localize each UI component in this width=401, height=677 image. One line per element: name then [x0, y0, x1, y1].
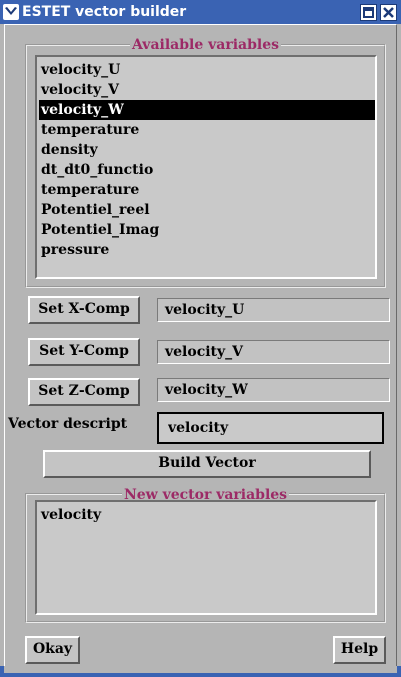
chevron-down-icon — [5, 7, 17, 15]
window-bottom-fill — [4, 666, 397, 673]
new-vector-variable-item[interactable]: velocity — [39, 505, 101, 525]
close-button[interactable] — [380, 4, 397, 21]
close-icon — [383, 7, 394, 18]
available-variable-item[interactable]: velocity_U — [39, 60, 120, 80]
available-variables-list[interactable]: velocity_U velocity_V velocity_W temperatur… — [35, 55, 377, 279]
set-y-comp-button[interactable]: Set Y-Comp — [28, 338, 140, 366]
available-variable-item[interactable]: velocity_V — [39, 80, 119, 100]
available-variable-item[interactable]: temperature — [39, 180, 139, 200]
maximize-icon — [363, 7, 374, 18]
x-comp-field: velocity_U — [157, 298, 390, 322]
available-variable-item[interactable]: dt_dt0_functio — [39, 160, 153, 180]
available-variable-item[interactable]: Potentiel_reel — [39, 200, 150, 220]
help-button[interactable]: Help — [333, 636, 386, 664]
set-x-comp-button[interactable]: Set X-Comp — [28, 296, 140, 324]
available-variable-item[interactable]: temperature — [39, 120, 139, 140]
z-comp-field: velocity_W — [157, 378, 390, 402]
window-title: ESTET vector builder — [22, 4, 187, 20]
window-menu-button[interactable] — [3, 4, 19, 20]
new-vector-variables-list[interactable]: velocity — [35, 500, 377, 615]
available-variable-item[interactable]: density — [39, 140, 98, 160]
available-variable-item[interactable]: velocity_W — [39, 100, 375, 120]
vector-description-input[interactable] — [168, 416, 378, 436]
vector-description-field[interactable] — [157, 412, 384, 444]
available-variables-title: Available variables — [130, 37, 281, 53]
set-z-comp-button[interactable]: Set Z-Comp — [28, 378, 140, 406]
build-vector-button[interactable]: Build Vector — [43, 450, 371, 478]
okay-button[interactable]: Okay — [25, 636, 80, 664]
vector-description-label: Vector descript — [8, 416, 128, 432]
available-variable-item[interactable]: pressure — [39, 240, 109, 260]
y-comp-field: velocity_V — [157, 340, 390, 364]
available-variable-item[interactable]: Potentiel_Imag — [39, 220, 159, 240]
maximize-button[interactable] — [360, 4, 377, 21]
